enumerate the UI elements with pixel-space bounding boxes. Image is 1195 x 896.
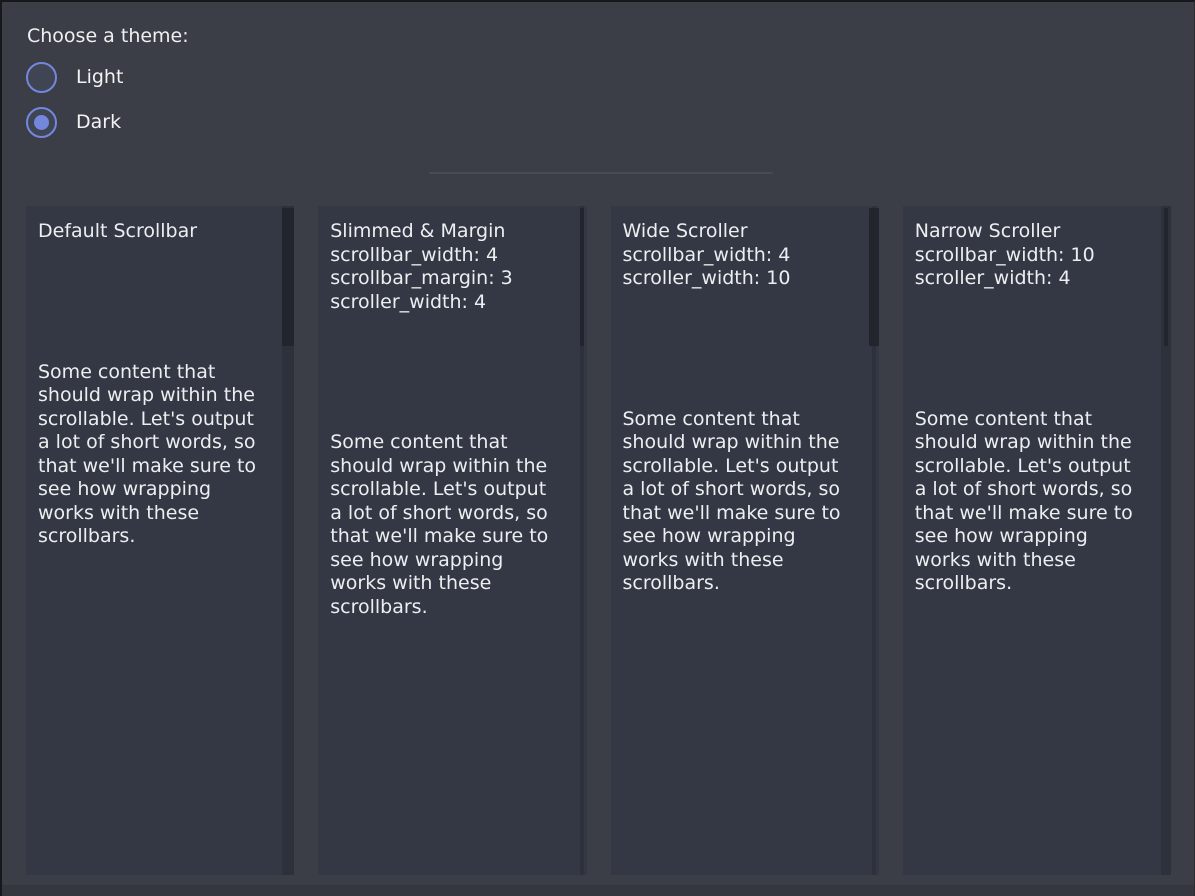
panel-body-line: Some content that: [623, 408, 861, 432]
radio-selected-dot: [34, 115, 49, 130]
panel-body-line: scrollable. Let's output: [38, 408, 276, 432]
panel-header-line: scrollbar_width: 10: [915, 244, 1153, 268]
scrollbar-thumb[interactable]: [1164, 208, 1168, 346]
divider: [429, 172, 773, 174]
panel-header-line: scrollbar_margin: 3: [330, 267, 568, 291]
panel-wide-scroller[interactable]: Wide Scrollerscrollbar_width: 4scroller_…: [611, 206, 879, 875]
panel-body-line: scrollable. Let's output: [915, 455, 1153, 479]
panel-body-line: should wrap within the: [330, 455, 568, 479]
panel-header-line: scrollbar_width: 4: [330, 244, 568, 268]
radio-button-icon[interactable]: [26, 107, 57, 138]
horizontal-scrollbar-track[interactable]: [2, 885, 1194, 896]
panel-body-line: Some content that: [330, 431, 568, 455]
panel-body-line: Some content that: [38, 361, 276, 385]
panel-body: Some content thatshould wrap within thes…: [915, 408, 1153, 596]
theme-option-light[interactable]: Light: [26, 62, 123, 93]
panel-body-line: that we'll make sure to: [623, 502, 861, 526]
scrollbar-thumb[interactable]: [869, 208, 879, 346]
panel-body: Some content thatshould wrap within thes…: [330, 431, 568, 619]
panel-body-line: a lot of short words, so: [330, 502, 568, 526]
panel-header-line: Wide Scroller: [623, 220, 861, 244]
panel-body-line: Some content that: [915, 408, 1153, 432]
panel-body-line: see how wrapping: [623, 525, 861, 549]
panel-header-line: scrollbar_width: 4: [623, 244, 861, 268]
panel-slimmed-margin[interactable]: Slimmed & Marginscrollbar_width: 4scroll…: [318, 206, 586, 875]
panel-header: Default Scrollbar: [38, 220, 276, 244]
panel-header-line: Default Scrollbar: [38, 220, 276, 244]
panel-body-line: should wrap within the: [915, 431, 1153, 455]
panel-header: Narrow Scrollerscrollbar_width: 10scroll…: [915, 220, 1153, 291]
panel-header-line: scroller_width: 4: [330, 291, 568, 315]
panel-header-line: scroller_width: 4: [915, 267, 1153, 291]
panel-body-line: should wrap within the: [623, 431, 861, 455]
panel-narrow-scroller[interactable]: Narrow Scrollerscrollbar_width: 10scroll…: [903, 206, 1171, 875]
panel-header-line: Slimmed & Margin: [330, 220, 568, 244]
panel-body-line: works with these: [330, 572, 568, 596]
panel-body-line: a lot of short words, so: [38, 431, 276, 455]
panel-header: Slimmed & Marginscrollbar_width: 4scroll…: [330, 220, 568, 314]
panel-body-line: scrollable. Let's output: [623, 455, 861, 479]
radio-label: Dark: [76, 107, 121, 138]
panel-body-line: works with these: [623, 549, 861, 573]
panel-default-scrollbar[interactable]: Default Scrollbar Some content thatshould…: [26, 206, 294, 875]
theme-option-dark[interactable]: Dark: [26, 107, 123, 138]
panel-body-line: that we'll make sure to: [330, 525, 568, 549]
panel-body-line: scrollbars.: [330, 596, 568, 620]
theme-options: Light Dark: [26, 62, 123, 138]
panel-body-line: that we'll make sure to: [38, 455, 276, 479]
radio-button-icon[interactable]: [26, 62, 57, 93]
panels-row: Default ScrollbarSome content thatshould…: [26, 206, 1171, 875]
panel-header: Wide Scrollerscrollbar_width: 4scroller_…: [623, 220, 861, 291]
app-window: Choose a theme: Light Dark Default Scroll…: [0, 0, 1195, 896]
panel-body-line: a lot of short words, so: [623, 478, 861, 502]
panel-header-line: Narrow Scroller: [915, 220, 1153, 244]
radio-label: Light: [76, 62, 123, 93]
panel-body-line: scrollbars.: [623, 572, 861, 596]
panel-body-line: that we'll make sure to: [915, 502, 1153, 526]
panel-body-line: scrollbars.: [38, 525, 276, 549]
panel-body-line: scrollable. Let's output: [330, 478, 568, 502]
panel-body: Some content thatshould wrap within thes…: [623, 408, 861, 596]
panel-body-line: scrollbars.: [915, 572, 1153, 596]
panel-body-line: works with these: [38, 502, 276, 526]
panel-body-line: see how wrapping: [38, 478, 276, 502]
panel-body-line: see how wrapping: [330, 549, 568, 573]
scrollbar-thumb[interactable]: [282, 208, 294, 346]
panel-body-line: see how wrapping: [915, 525, 1153, 549]
panel-header-line: scroller_width: 10: [623, 267, 861, 291]
theme-chooser-label: Choose a theme:: [27, 24, 189, 48]
panel-body-line: works with these: [915, 549, 1153, 573]
panel-body: Some content thatshould wrap within thes…: [38, 361, 276, 549]
panel-body-line: a lot of short words, so: [915, 478, 1153, 502]
panel-body-line: should wrap within the: [38, 384, 276, 408]
scrollbar-thumb[interactable]: [580, 208, 584, 346]
